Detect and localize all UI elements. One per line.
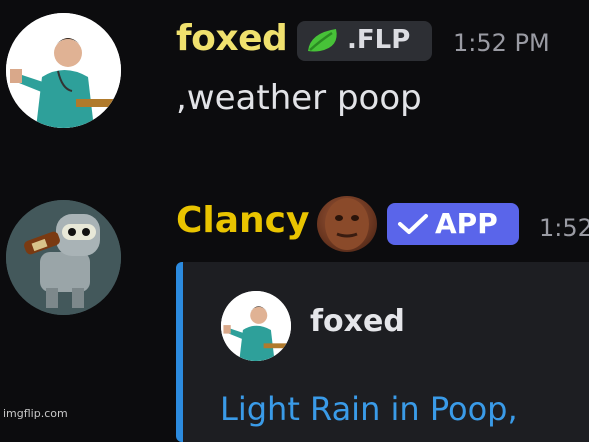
guild-tag-badge[interactable]: .FLP [297, 21, 432, 61]
checkmark-icon [397, 213, 429, 239]
guild-tag-text: .FLP [347, 25, 411, 55]
user-avatar-foxed[interactable] [6, 13, 121, 128]
message-content: ,weather poop [176, 78, 422, 118]
embed-title-link[interactable]: Light Rain in Poop, [220, 390, 518, 428]
app-badge-label: APP [435, 207, 498, 240]
username-clancy[interactable]: Clancy [176, 200, 310, 241]
app-badge: APP [387, 203, 519, 245]
watermark: imgflip.com [3, 407, 68, 420]
username-foxed[interactable]: foxed [176, 18, 288, 59]
bot-avatar-clancy[interactable] [6, 200, 121, 315]
embed-author-avatar [221, 291, 291, 361]
embed-accent-bar [176, 262, 183, 442]
role-icon [317, 196, 377, 252]
message-embed: foxed Light Rain in Poop, [176, 262, 589, 442]
message-timestamp[interactable]: 1:52 PM [453, 29, 550, 57]
embed-author-name[interactable]: foxed [310, 304, 405, 339]
leaf-icon [306, 27, 342, 59]
message-timestamp[interactable]: 1:52 [539, 214, 589, 242]
